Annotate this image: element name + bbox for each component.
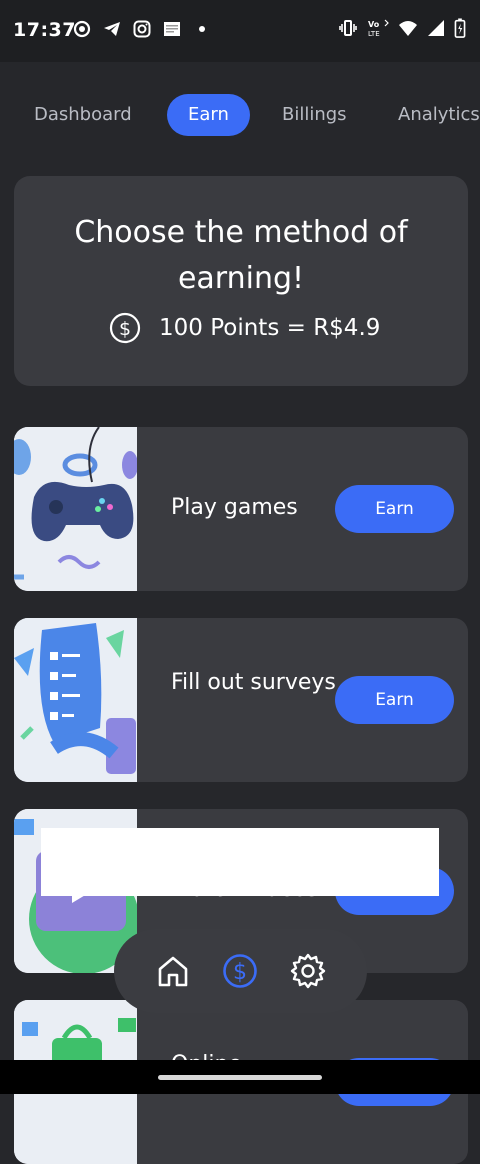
dollar-icon[interactable]: $ xyxy=(222,953,258,989)
svg-text:$: $ xyxy=(233,960,247,985)
dot-icon xyxy=(192,19,212,39)
svg-text:LTE: LTE xyxy=(368,30,380,38)
svg-text:$: $ xyxy=(119,318,131,340)
survey-illustration xyxy=(14,618,137,782)
vibrate-icon xyxy=(338,18,358,38)
gamepad-illustration xyxy=(14,427,138,591)
page-title: Choose the method of earning! xyxy=(74,215,408,296)
method-card-games[interactable]: Play games Earn xyxy=(14,427,468,591)
earning-intro-card: Choose the method of earning! $ 100 Poin… xyxy=(14,176,468,386)
points-rate: $ 100 Points = R$4.9 xyxy=(109,312,380,344)
tab-earn[interactable]: Earn xyxy=(167,94,250,136)
wifi-icon xyxy=(398,18,418,38)
notification-icon xyxy=(162,19,182,39)
status-time: 17:37 xyxy=(13,19,76,41)
dollar-coin-icon: $ xyxy=(109,312,141,344)
svg-text:Vo: Vo xyxy=(368,20,380,29)
earn-button-games[interactable]: Earn xyxy=(335,485,454,533)
battery-icon xyxy=(454,18,466,38)
method-card-surveys[interactable]: Fill out surveys Earn xyxy=(14,618,468,782)
signal-icon xyxy=(426,18,446,38)
bottom-nav: $ xyxy=(114,929,367,1013)
earn-button-surveys[interactable]: Earn xyxy=(335,676,454,724)
redaction-box xyxy=(41,828,439,896)
screen-record-icon xyxy=(72,19,92,39)
tab-bar: Dashboard Earn Billings Analytics xyxy=(0,94,480,138)
telegram-icon xyxy=(102,19,122,39)
home-gesture-handle[interactable] xyxy=(158,1075,322,1080)
system-nav-bar xyxy=(0,1060,480,1094)
points-rate-text: 100 Points = R$4.9 xyxy=(159,315,381,341)
tab-analytics[interactable]: Analytics xyxy=(398,94,480,136)
tab-dashboard[interactable]: Dashboard xyxy=(34,94,132,136)
gear-icon[interactable] xyxy=(290,953,326,989)
volte-icon: Vo LTE xyxy=(366,18,390,38)
method-label-surveys: Fill out surveys xyxy=(171,670,336,695)
status-bar: 17:37 Vo LTE xyxy=(0,0,480,62)
instagram-icon xyxy=(132,19,152,39)
home-icon[interactable] xyxy=(155,953,191,989)
tab-billings[interactable]: Billings xyxy=(282,94,347,136)
method-label-games: Play games xyxy=(171,495,298,520)
